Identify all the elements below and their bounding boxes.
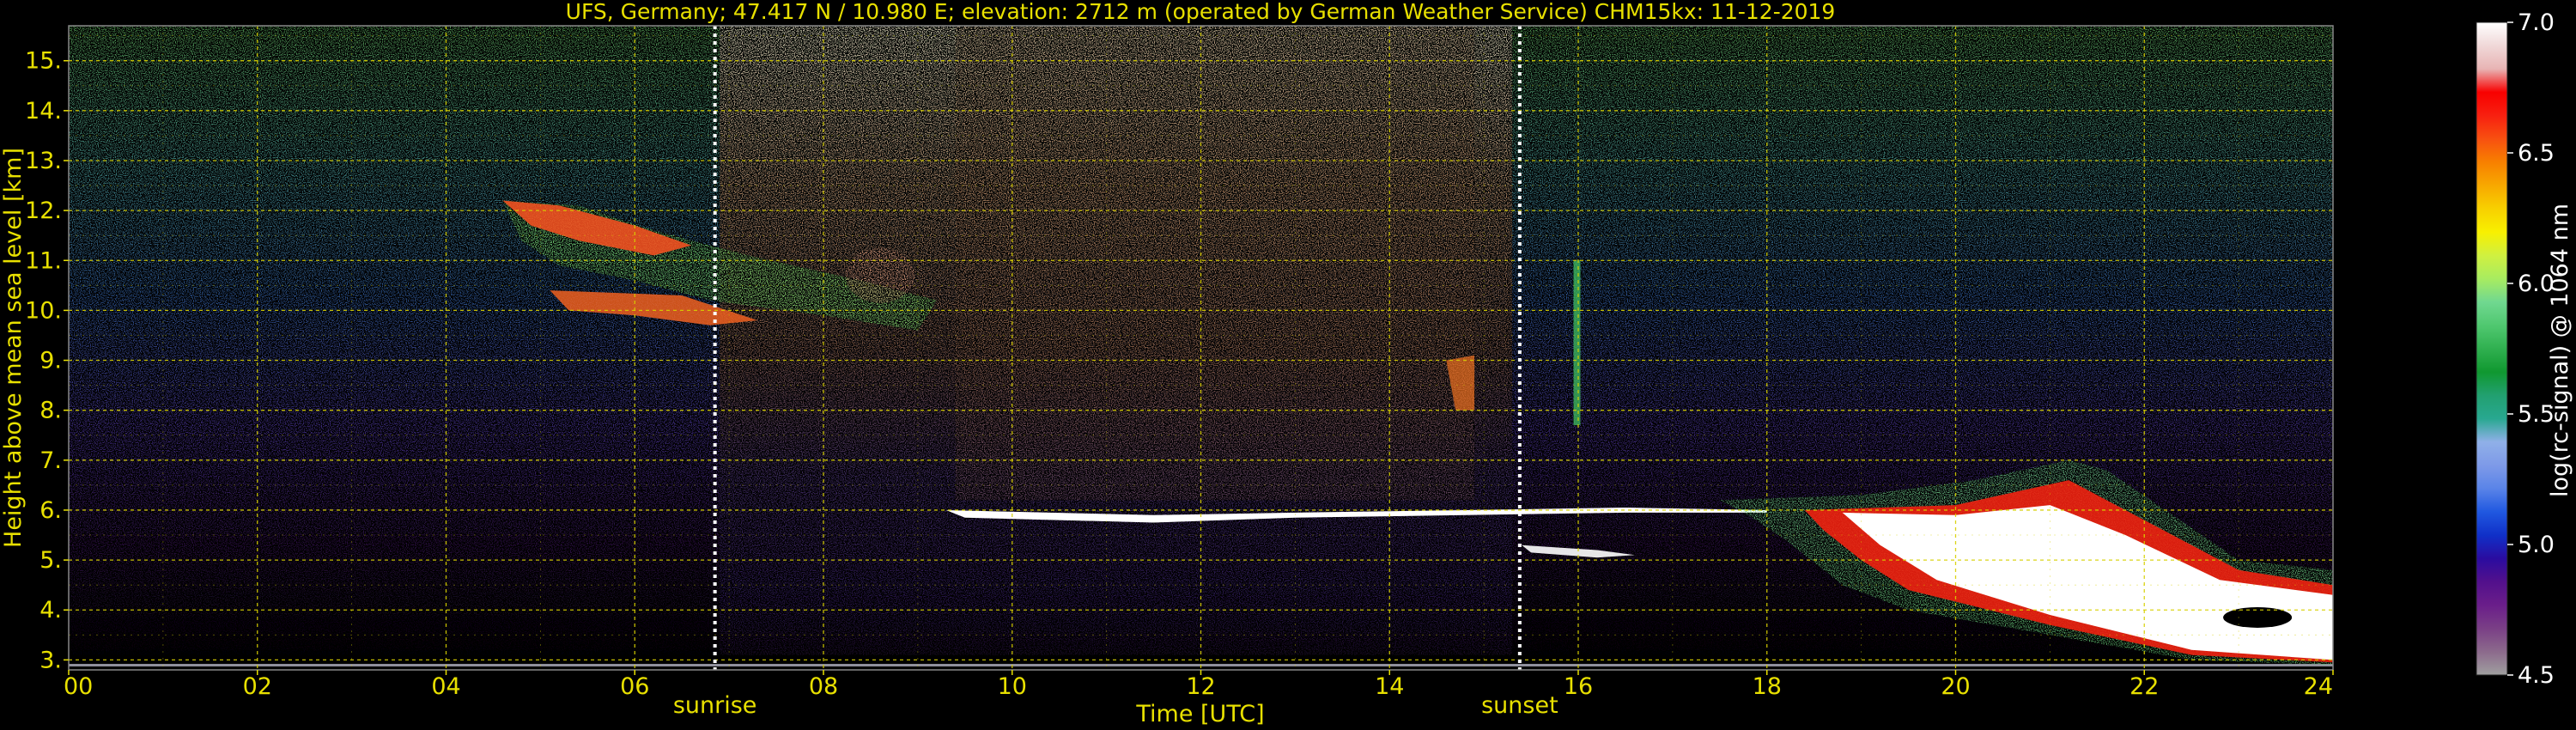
y-tick-label: 3. [39, 647, 62, 673]
x-tick-label: 24 [2304, 673, 2333, 700]
x-axis: 00 02 04 06 08 10 12 14 16 18 20 22 24 [64, 670, 2334, 700]
cirrus-patch [845, 247, 914, 303]
y-tick-label: 14. [25, 98, 62, 125]
colorbar-tick-label: 5.0 [2518, 532, 2555, 558]
x-tick-label: 12 [1186, 673, 1215, 700]
y-axis: 3. 4. 5. 6. 7. 8. 9. 10. 11. 12. 13. 14. 15. [25, 48, 69, 673]
colorbar: 4.55.05.56.06.57.0 log(rc-signal) @ 1064… [2476, 9, 2573, 689]
ceilometer-figure: UFS, Germany; 47.417 N / 10.980 E; eleva… [0, 0, 2573, 727]
x-tick-label: 06 [620, 673, 649, 700]
x-tick-label: 20 [1941, 673, 1970, 700]
x-tick-label: 02 [243, 673, 272, 700]
y-tick-label: 15. [25, 48, 62, 75]
colorbar-label: log(rc-signal) @ 1064 nm [2547, 204, 2573, 497]
y-tick-label: 13. [25, 148, 62, 174]
y-tick-label: 6. [39, 497, 62, 524]
sunset-label: sunset [1481, 692, 1558, 719]
annotations: sunrise sunset [673, 692, 1558, 719]
y-tick-label: 7. [39, 447, 62, 474]
chart-title: UFS, Germany; 47.417 N / 10.980 E; eleva… [566, 0, 1836, 24]
colorbar-tick-label: 7.0 [2518, 9, 2555, 36]
daylight-noise-core [955, 26, 1475, 501]
y-tick-label: 11. [25, 247, 62, 274]
y-axis-label: Height above mean sea level [km] [0, 148, 27, 548]
x-tick-label: 00 [64, 673, 93, 700]
sunrise-label: sunrise [673, 692, 757, 719]
x-tick-label: 16 [1564, 673, 1593, 700]
x-tick-label: 14 [1375, 673, 1404, 700]
x-tick-label: 22 [2129, 673, 2159, 700]
x-axis-label: Time [UTC] [1135, 701, 1264, 727]
y-tick-label: 8. [39, 398, 62, 424]
y-tick-label: 4. [39, 597, 62, 624]
x-tick-label: 10 [998, 673, 1027, 700]
plot-area [68, 25, 2334, 671]
colorbar-tick-label: 6.5 [2518, 140, 2555, 167]
x-tick-label: 18 [1753, 673, 1782, 700]
colorbar-gradient [2476, 21, 2508, 676]
y-tick-label: 9. [39, 348, 62, 374]
x-tick-label: 04 [431, 673, 460, 700]
y-tick-label: 10. [25, 297, 62, 324]
y-tick-label: 5. [39, 547, 62, 574]
colorbar-tick-label: 4.5 [2518, 662, 2555, 689]
y-tick-label: 12. [25, 198, 62, 224]
x-tick-label: 08 [809, 673, 838, 700]
